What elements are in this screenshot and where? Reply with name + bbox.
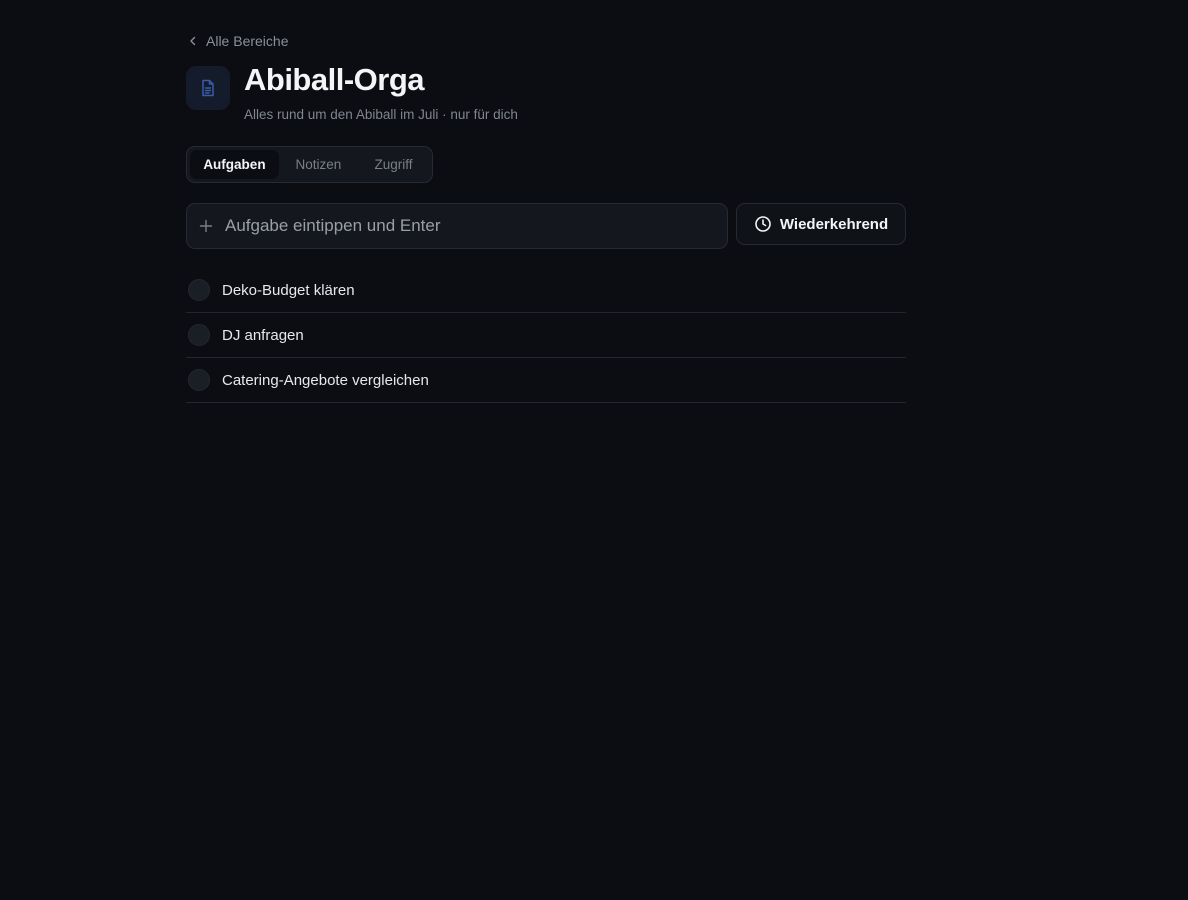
task-row: Deko-Budget klären [186,268,906,313]
recurring-button[interactable]: Wiederkehrend [736,203,906,245]
clock-icon [754,215,772,233]
task-input[interactable] [225,204,727,248]
task-checkbox[interactable] [188,369,210,391]
task-input-container [186,203,728,249]
task-label[interactable]: Deko-Budget klären [222,282,355,299]
tab-zugriff[interactable]: Zugriff [358,150,429,179]
tab-aufgaben[interactable]: Aufgaben [190,150,279,179]
task-list: Deko-Budget klären DJ anfragen Catering-… [186,268,906,403]
plus-icon [183,203,229,249]
tab-notizen[interactable]: Notizen [279,150,358,179]
task-row: Catering-Angebote vergleichen [186,358,906,403]
chevron-left-icon [186,34,200,48]
back-link-label: Alle Bereiche [206,33,289,49]
task-checkbox[interactable] [188,324,210,346]
recurring-button-label: Wiederkehrend [779,215,889,233]
task-label[interactable]: Catering-Angebote vergleichen [222,372,429,389]
back-link[interactable]: Alle Bereiche [186,31,289,51]
task-row: DJ anfragen [186,313,906,358]
page-title: Abiball-Orga [244,62,425,97]
document-icon [186,66,230,110]
tab-bar: Aufgaben Notizen Zugriff [186,146,433,183]
page-subtitle: Alles rund um den Abiball im Juli · nur … [244,107,518,122]
task-checkbox[interactable] [188,279,210,301]
task-label[interactable]: DJ anfragen [222,327,304,344]
